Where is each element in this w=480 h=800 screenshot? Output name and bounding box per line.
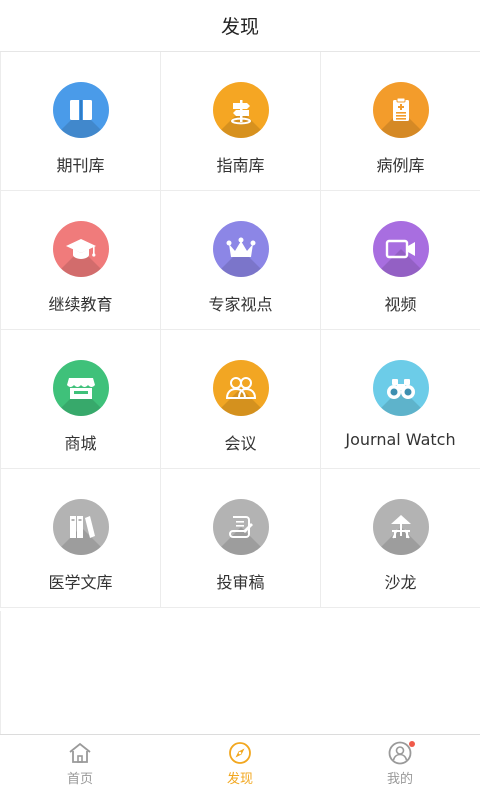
- home-icon: [69, 742, 91, 763]
- grid-item-medical-library[interactable]: 医学文库: [1, 469, 161, 608]
- grid-item-meeting[interactable]: 会议: [161, 330, 321, 469]
- tab-label: 首页: [66, 772, 93, 787]
- grid-item-label: 专家视点: [208, 295, 273, 314]
- grid-item-case-library[interactable]: 病例库: [321, 52, 480, 191]
- tab-mine[interactable]: 我的: [320, 735, 480, 800]
- book-icon: [52, 82, 109, 138]
- crown-icon: [212, 221, 269, 277]
- page-title: 发现: [220, 16, 259, 38]
- grid-item-label: 医学文库: [48, 573, 113, 592]
- tab-label: 发现: [226, 772, 253, 787]
- feature-grid: 期刊库 指南库 病例库 继续教育 专家视点 视频 商城 会议 Journal W…: [0, 52, 480, 608]
- grid-item-label: 病例库: [376, 156, 425, 175]
- people-icon: [212, 360, 269, 416]
- manuscript-icon: [212, 499, 269, 555]
- bottom-tab-bar: 首页 发现 我的: [0, 734, 480, 800]
- grid-item-label: 继续教育: [48, 295, 113, 314]
- grid-item-label: 会议: [224, 434, 257, 453]
- grid-item-continuing-education[interactable]: 继续教育: [1, 191, 161, 330]
- clipboard-icon: [372, 82, 429, 138]
- grid-item-label: 投审稿: [216, 573, 265, 592]
- binoculars-icon: [372, 360, 429, 416]
- store-icon: [52, 360, 109, 416]
- books-icon: [52, 499, 109, 555]
- tab-home[interactable]: 首页: [0, 735, 160, 800]
- tab-discover[interactable]: 发现: [160, 735, 320, 800]
- grid-item-guide-library[interactable]: 指南库: [161, 52, 321, 191]
- grid-item-label: 沙龙: [384, 573, 417, 592]
- compass-icon: [229, 742, 251, 764]
- graduation-cap-icon: [52, 221, 109, 277]
- tab-label: 我的: [386, 772, 413, 787]
- notification-dot: [409, 741, 415, 747]
- grid-item-salon[interactable]: 沙龙: [321, 469, 480, 608]
- parasol-icon: [372, 499, 429, 555]
- grid-item-submission[interactable]: 投审稿: [161, 469, 321, 608]
- grid-item-mall[interactable]: 商城: [1, 330, 161, 469]
- grid-item-label: 商城: [64, 434, 97, 453]
- grid-item-video[interactable]: 视频: [321, 191, 480, 330]
- grid-item-expert-view[interactable]: 专家视点: [161, 191, 321, 330]
- grid-item-label: 期刊库: [56, 156, 105, 175]
- grid-item-journal-watch[interactable]: Journal Watch: [321, 330, 480, 469]
- empty-content-area: [0, 611, 480, 734]
- grid-item-journal-library[interactable]: 期刊库: [1, 52, 161, 191]
- grid-item-label: 指南库: [216, 156, 265, 175]
- grid-item-label: 视频: [384, 295, 417, 314]
- grid-item-label: Journal Watch: [345, 430, 456, 449]
- signpost-icon: [212, 82, 269, 138]
- video-camera-icon: [372, 221, 429, 277]
- top-bar: 发现: [0, 0, 480, 52]
